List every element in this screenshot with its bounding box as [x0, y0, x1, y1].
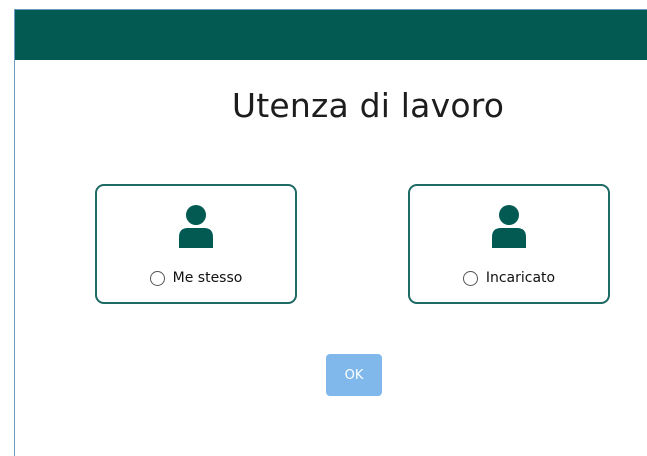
modal-header: [15, 10, 647, 60]
option-card-incaricato[interactable]: Incaricato: [408, 184, 610, 304]
modal-left-border: [14, 10, 15, 456]
radio-label-incaricato: Incaricato: [485, 270, 556, 286]
modal-title: Utenza di lavoro: [231, 86, 505, 125]
radio-me-stesso[interactable]: [149, 270, 165, 286]
user-icon: [492, 205, 526, 248]
user-icon: [179, 205, 213, 248]
option-card-me-stesso[interactable]: Me stesso: [95, 184, 297, 304]
radio-row-incaricato: Incaricato: [410, 270, 608, 286]
radio-label-me-stesso: Me stesso: [172, 270, 243, 286]
radio-incaricato[interactable]: [462, 270, 478, 286]
radio-row-me-stesso: Me stesso: [97, 270, 295, 286]
ok-button[interactable]: OK: [326, 354, 382, 396]
